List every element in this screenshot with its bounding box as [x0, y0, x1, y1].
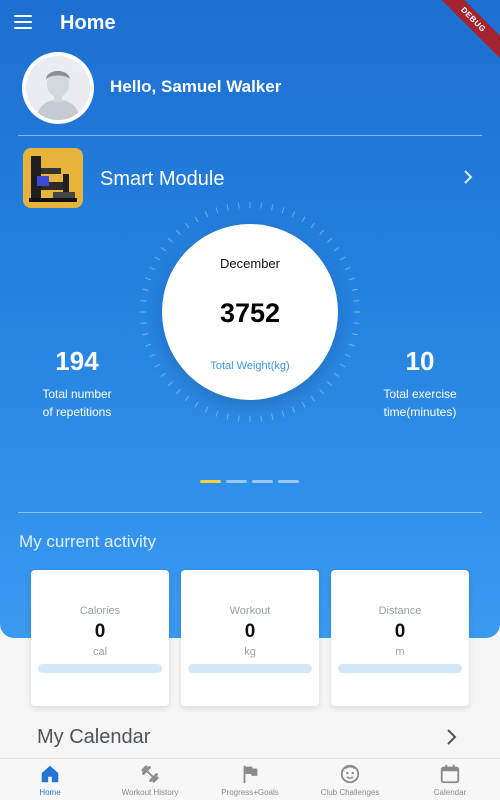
activity-card-workout[interactable]: Workout 0 kg: [181, 570, 319, 706]
nav-item-progress-goals[interactable]: Progress+Goals: [200, 759, 300, 800]
exercise-time-label: Total exercise time(minutes): [355, 385, 485, 421]
exercise-time-label-line2: time(minutes): [383, 405, 457, 419]
exercise-time-stat: 10 Total exercise time(minutes): [355, 346, 485, 421]
my-calendar-row[interactable]: My Calendar: [0, 716, 500, 758]
hamburger-menu-icon[interactable]: [14, 15, 32, 29]
nav-item-club-challenges[interactable]: Club Challenges: [300, 759, 400, 800]
page-indicator-dot[interactable]: [200, 480, 221, 483]
card-title: Workout: [229, 605, 271, 617]
gym-machine-icon: [23, 148, 83, 208]
calendar-icon: [440, 764, 460, 784]
repetitions-label: Total number of repetitions: [12, 385, 142, 421]
repetitions-value: 194: [55, 346, 99, 376]
page-title: Home: [60, 12, 116, 34]
card-unit: kg: [244, 646, 256, 658]
page-indicator-dot[interactable]: [226, 480, 247, 483]
card-unit: m: [395, 646, 405, 658]
card-progress-bar: [338, 664, 462, 673]
smiley-face-icon: [340, 764, 360, 784]
nav-label: Club Challenges: [320, 788, 380, 797]
activity-section-title: My current activity: [19, 532, 156, 551]
repetitions-stat: 194 Total number of repetitions: [12, 346, 142, 421]
divider: [18, 135, 482, 136]
card-title: Distance: [378, 605, 422, 617]
chevron-right-icon: [460, 168, 476, 186]
dial-month: December: [220, 256, 280, 271]
page-indicator-dot[interactable]: [252, 480, 273, 483]
exercise-time-label-line1: Total exercise: [383, 387, 457, 401]
total-weight-value: 3752: [219, 298, 281, 328]
card-title: Calories: [79, 605, 121, 617]
card-progress-bar: [188, 664, 312, 673]
card-value: 0: [244, 621, 256, 642]
nav-label: Calendar: [433, 788, 467, 797]
card-value: 0: [94, 621, 106, 642]
total-weight-dial: December 3752 Total Weight(kg): [162, 224, 338, 400]
page-indicator: [200, 480, 299, 484]
nav-item-workout-history[interactable]: Workout History: [100, 759, 200, 800]
repetitions-label-line2: of repetitions: [42, 405, 112, 419]
hero-panel: Home Hello, Samuel Walker Smart Module D…: [0, 0, 500, 638]
module-name: Smart Module: [100, 168, 225, 190]
nav-label: Home: [39, 788, 61, 797]
exercise-time-value: 10: [405, 346, 435, 376]
user-greeting: Hello, Samuel Walker: [110, 77, 282, 96]
total-weight-label: Total Weight(kg): [210, 360, 290, 372]
nav-label: Progress+Goals: [221, 788, 279, 797]
app-bar: Home: [0, 0, 500, 48]
bottom-navigation: Home Workout History Progress+Goals Club…: [0, 758, 500, 800]
card-value: 0: [394, 621, 406, 642]
activity-card-calories[interactable]: Calories 0 cal: [31, 570, 169, 706]
dumbbell-icon: [141, 765, 159, 783]
avatar[interactable]: [22, 52, 94, 124]
page-indicator-dot[interactable]: [278, 480, 299, 483]
flag-icon: [243, 765, 258, 784]
home-icon: [41, 765, 59, 783]
nav-item-calendar[interactable]: Calendar: [400, 759, 500, 800]
nav-item-home[interactable]: Home: [0, 759, 100, 800]
calendar-title: My Calendar: [37, 726, 151, 748]
activity-card-distance[interactable]: Distance 0 m: [331, 570, 469, 706]
nav-label: Workout History: [121, 788, 179, 797]
card-progress-bar: [38, 664, 162, 673]
divider: [18, 512, 482, 513]
person-silhouette-icon: [26, 56, 90, 120]
card-unit: cal: [92, 646, 108, 658]
repetitions-label-line1: Total number: [42, 387, 112, 401]
chevron-right-icon: [444, 728, 458, 746]
